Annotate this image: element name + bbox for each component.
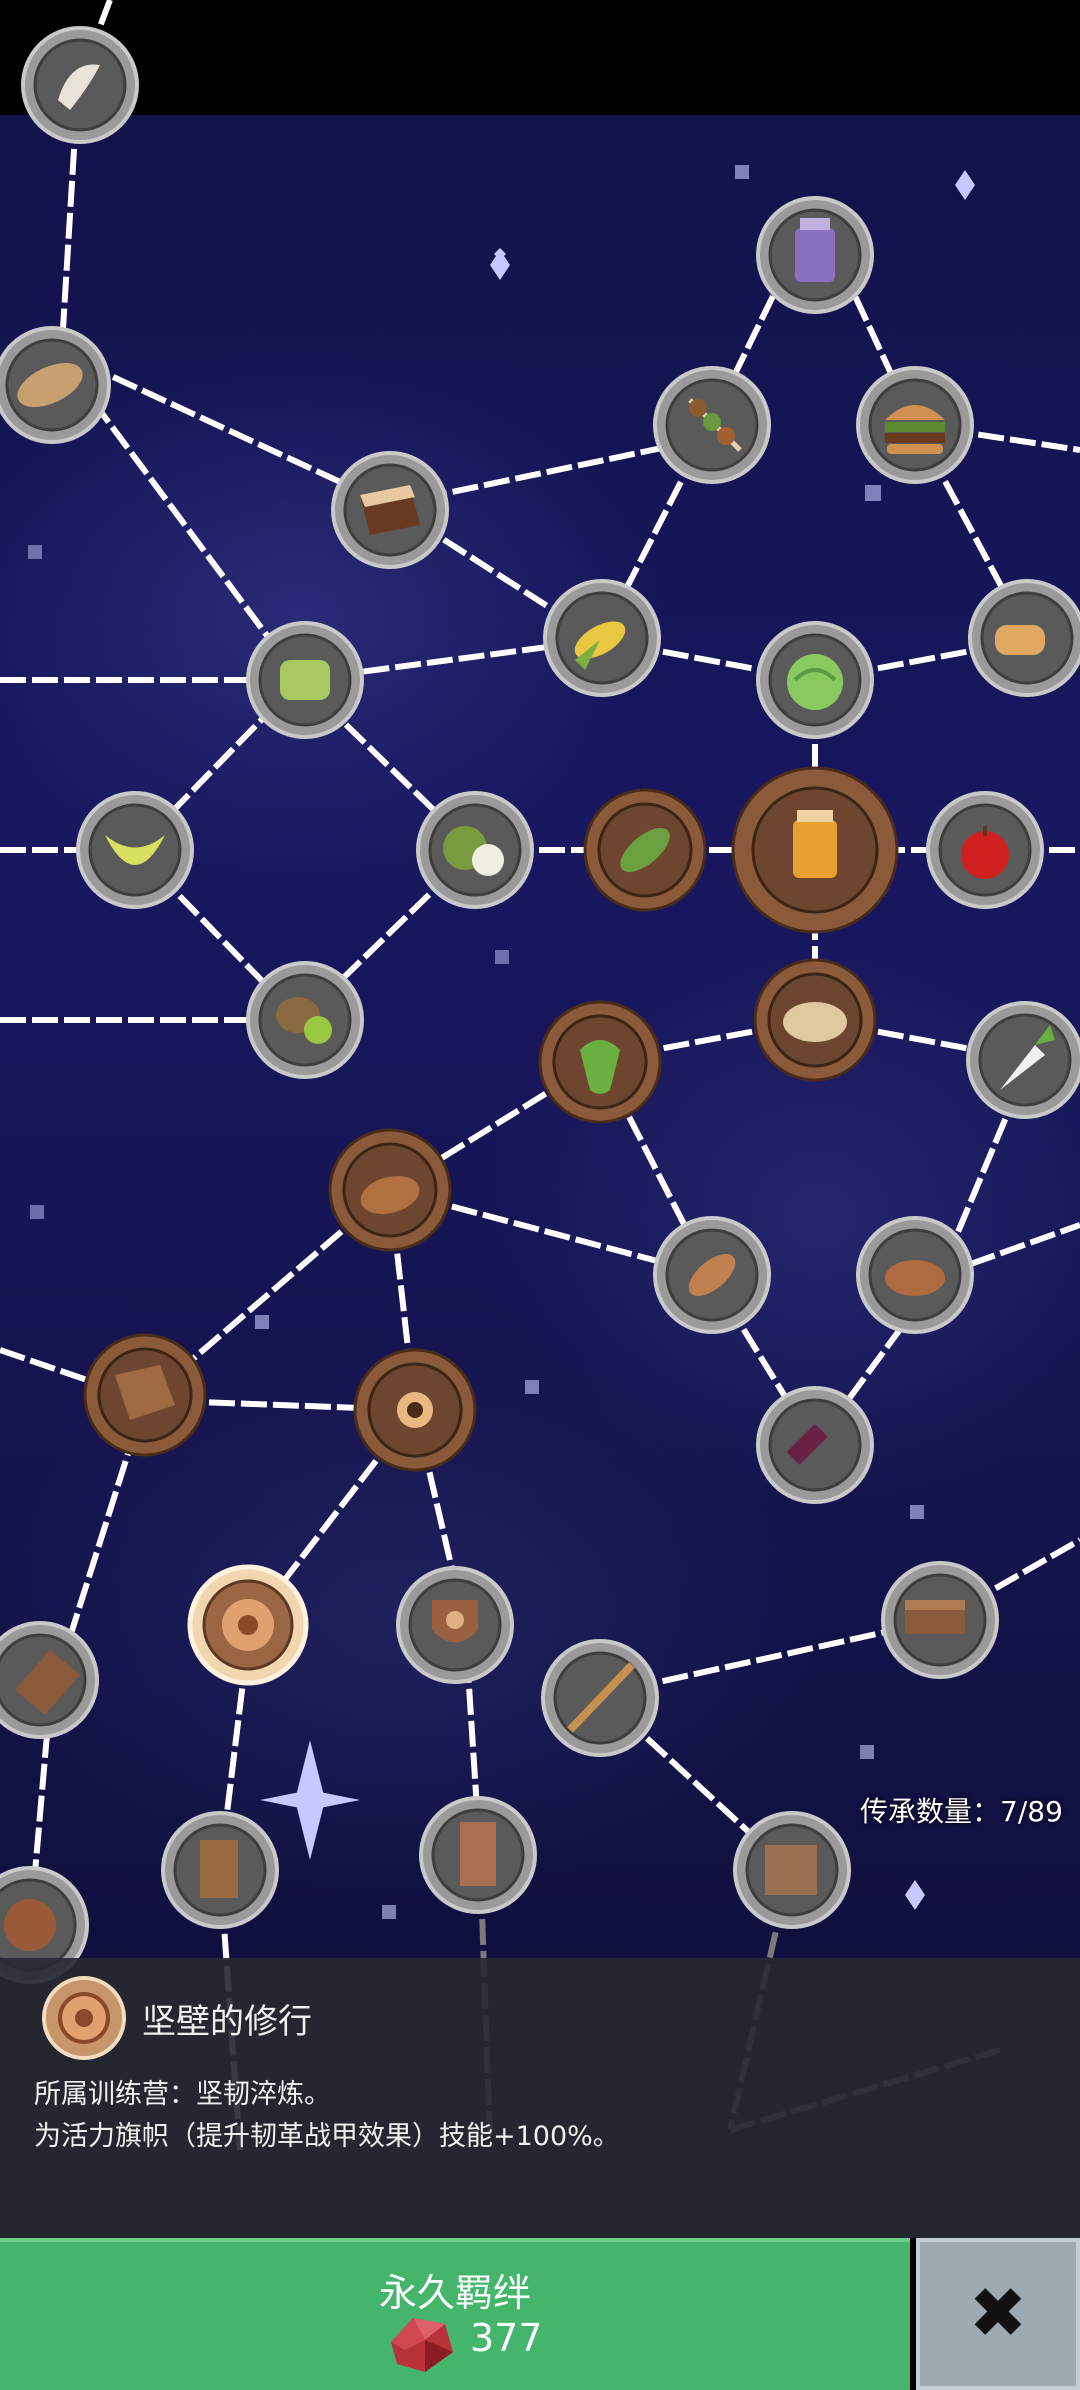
wooden-board-icon[interactable] bbox=[0, 1621, 99, 1739]
wooden-buckler-icon[interactable] bbox=[187, 1564, 309, 1686]
sausage-bread-icon[interactable] bbox=[328, 1128, 452, 1252]
kiwi-icon[interactable] bbox=[246, 961, 364, 1079]
green-pepper-icon[interactable] bbox=[538, 1000, 662, 1124]
bond-cost-value: 377 bbox=[470, 2316, 543, 2360]
skill-title: 坚壁的修行 bbox=[142, 2002, 312, 2042]
steak-icon[interactable] bbox=[856, 1216, 974, 1334]
skill-camp-text: 所属训练营：坚韧淬炼。 bbox=[34, 2079, 331, 2110]
permanent-bond-button[interactable]: 永久羁绊 377 bbox=[0, 2238, 910, 2390]
legacy-count-label: 传承数量：7/89 bbox=[860, 1795, 1063, 1828]
leaf-icon[interactable] bbox=[583, 788, 707, 912]
bread-loaf-icon[interactable] bbox=[0, 326, 111, 444]
wooden-door-icon[interactable] bbox=[419, 1796, 537, 1914]
permanent-bond-label: 永久羁绊 bbox=[378, 2271, 531, 2315]
round-shield-icon[interactable] bbox=[353, 1348, 477, 1472]
crest-shield-icon[interactable] bbox=[396, 1566, 514, 1684]
baguette-icon[interactable] bbox=[968, 579, 1080, 697]
melon-slice-icon[interactable] bbox=[76, 791, 194, 909]
fish-fillet-icon[interactable] bbox=[21, 26, 139, 144]
skill-nodes[interactable] bbox=[0, 26, 1080, 1984]
wooden-buckler-icon bbox=[42, 1976, 126, 2060]
close-button[interactable]: ✖ bbox=[916, 2238, 1080, 2390]
kebab-icon[interactable] bbox=[653, 366, 771, 484]
bark-shield-icon[interactable] bbox=[83, 1333, 207, 1457]
apple-icon[interactable] bbox=[926, 791, 1044, 909]
radish-icon[interactable] bbox=[966, 1001, 1080, 1119]
ruby-gem-icon bbox=[391, 2318, 453, 2372]
cake-slice-icon[interactable] bbox=[331, 451, 449, 569]
honey-jar-icon[interactable] bbox=[731, 766, 899, 934]
skill-effect-text: 为活力旗帜（提升韧革战甲效果）技能+100%。 bbox=[34, 2121, 620, 2152]
close-icon: ✖ bbox=[968, 2272, 1028, 2354]
jelly-icon[interactable] bbox=[246, 621, 364, 739]
staff-icon[interactable] bbox=[541, 1639, 659, 1757]
wine-bottle-icon[interactable] bbox=[756, 1386, 874, 1504]
jam-jar-icon[interactable] bbox=[756, 196, 874, 314]
pie-icon[interactable] bbox=[753, 958, 877, 1082]
corn-icon[interactable] bbox=[543, 579, 661, 697]
wood-crate-icon[interactable] bbox=[733, 1811, 851, 1929]
talent-map-screen: 传承数量：7/89 坚壁的修行 所属训练营：坚韧淬炼。 为活力旗帜（提升韧革战甲… bbox=[0, 0, 1080, 2390]
wooden-tower-shield-icon[interactable] bbox=[161, 1811, 279, 1929]
wood-block-icon[interactable] bbox=[881, 1561, 999, 1679]
fried-fish-icon[interactable] bbox=[653, 1216, 771, 1334]
cabbage-icon[interactable] bbox=[756, 621, 874, 739]
coconut-icon[interactable] bbox=[416, 791, 534, 909]
burger-icon[interactable] bbox=[856, 366, 974, 484]
